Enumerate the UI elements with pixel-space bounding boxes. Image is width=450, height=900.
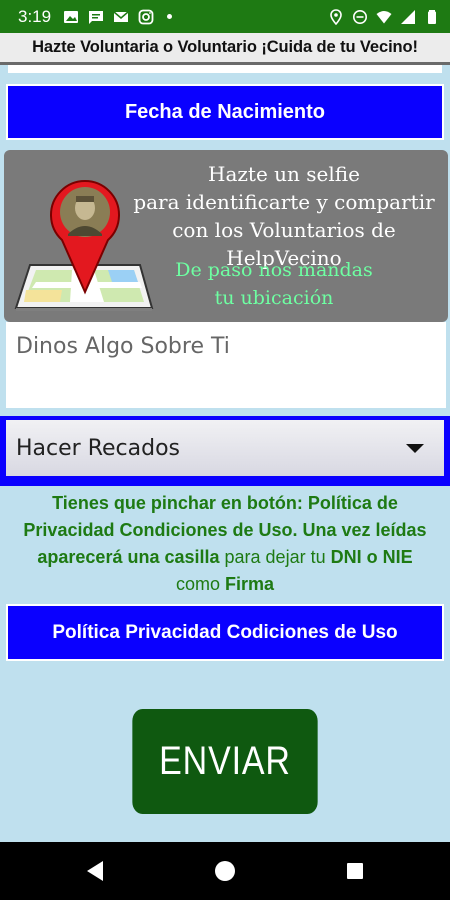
image-icon: [63, 9, 79, 25]
task-select-frame: Hacer Recados: [0, 416, 450, 486]
privacy-notice: Tienes que pinchar en botón: Política de…: [14, 490, 436, 598]
navigation-bar: [0, 842, 450, 900]
app-title: Hazte Voluntaria o Voluntario ¡Cuida de …: [32, 38, 418, 56]
task-select[interactable]: Hacer Recados: [6, 420, 444, 476]
notice-part-2: para dejar tu: [219, 547, 331, 567]
wifi-icon: [376, 9, 392, 25]
location-note-line-2: tu ubicación: [214, 287, 334, 309]
birth-date-button[interactable]: Fecha de Nacimiento: [6, 84, 444, 140]
home-icon[interactable]: [212, 858, 238, 884]
signal-icon: [400, 9, 416, 25]
title-bar: Hazte Voluntaria o Voluntario ¡Cuida de …: [0, 33, 450, 65]
notice-part-5: Firma: [225, 574, 275, 594]
selfie-line-1: Hazte un selfie: [208, 162, 360, 186]
status-bar: 3:19: [0, 0, 450, 33]
notice-part-3: DNI o NIE: [330, 547, 413, 567]
task-select-value: Hacer Recados: [16, 435, 180, 461]
recent-apps-icon[interactable]: [342, 858, 368, 884]
about-me-input[interactable]: Dinos Algo Sobre Ti: [6, 322, 446, 408]
send-button[interactable]: ENVIAR: [132, 709, 318, 814]
status-time: 3:19: [18, 6, 52, 26]
notice-part-4: como: [175, 574, 225, 594]
location-note: De paso nos mandas tu ubicación: [154, 256, 394, 312]
dropdown-arrow-icon[interactable]: [406, 443, 424, 453]
send-label: ENVIAR: [159, 739, 291, 783]
do-not-disturb-icon: [352, 9, 368, 25]
back-icon[interactable]: [82, 858, 108, 884]
notification-dot-icon: [167, 14, 173, 19]
location-note-line-1: De paso nos mandas: [175, 259, 373, 281]
previous-field-edge[interactable]: [8, 65, 442, 73]
about-me-placeholder: Dinos Algo Sobre Ti: [16, 334, 230, 359]
battery-icon: [424, 9, 440, 25]
instagram-icon: [138, 9, 154, 25]
birth-date-label: Fecha de Nacimiento: [124, 100, 326, 123]
mail-icon: [113, 9, 129, 25]
selfie-button[interactable]: Hazte un selfie para identificarte y com…: [4, 150, 448, 322]
location-icon: [328, 8, 344, 25]
message-icon: [88, 9, 104, 25]
privacy-terms-label: Política Privacidad Codiciones de Uso: [52, 621, 398, 643]
selfie-line-2: para identificarte y compartir: [133, 190, 435, 214]
privacy-terms-button[interactable]: Política Privacidad Codiciones de Uso: [6, 604, 444, 661]
